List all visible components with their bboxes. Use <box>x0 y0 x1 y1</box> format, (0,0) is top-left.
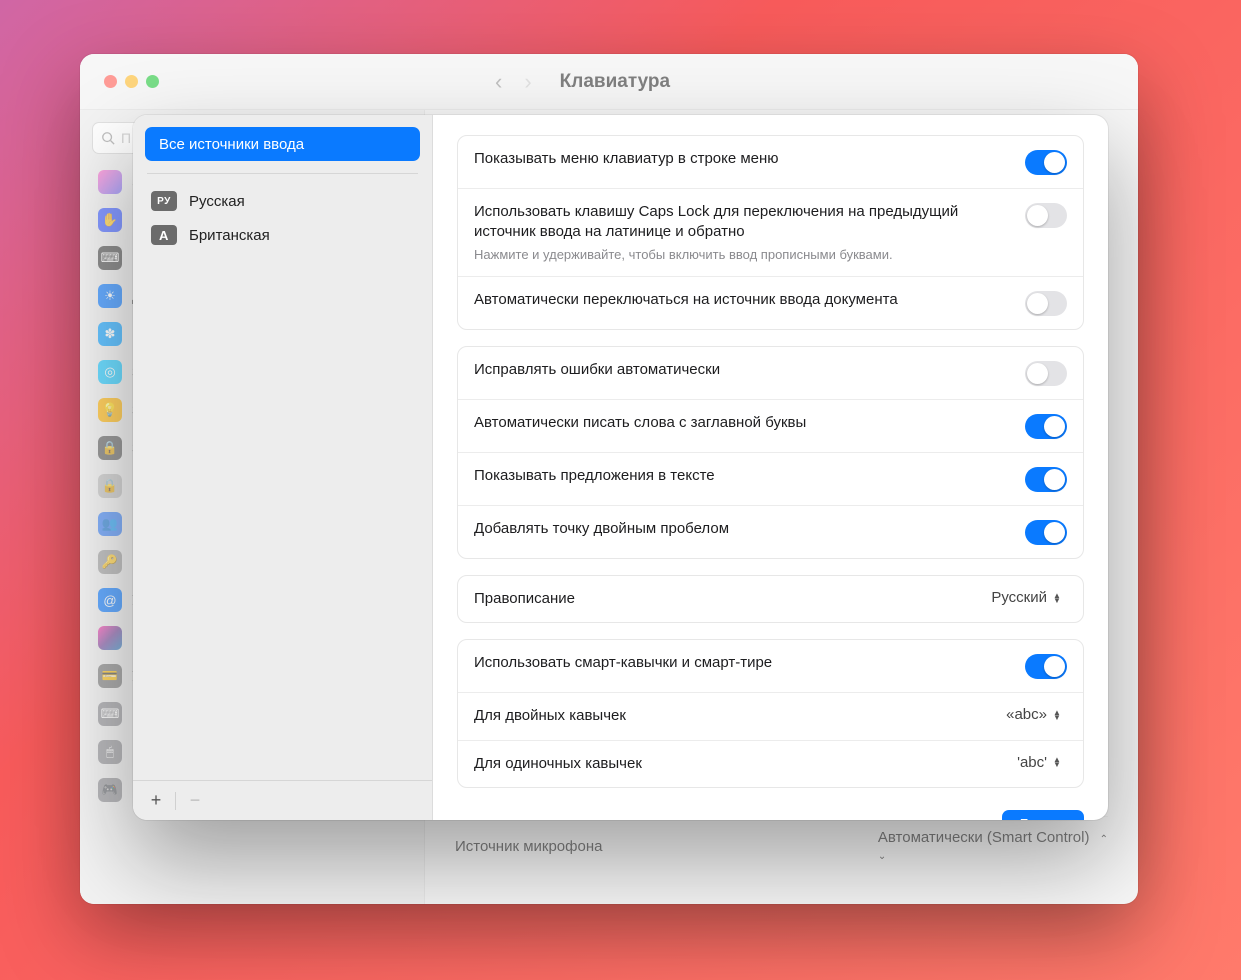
row-title: Правописание <box>474 589 975 609</box>
dropdown-select[interactable]: Русский ▲▼ <box>991 589 1067 606</box>
row-title: Исправлять ошибки автоматически <box>474 360 1009 380</box>
row-title: Для одиночных кавычек <box>474 754 1001 774</box>
settings-row: Использовать смарт-кавычки и смарт-тире <box>458 640 1083 692</box>
input-source-item[interactable]: РУ Русская <box>145 184 420 218</box>
input-source-label: Британская <box>189 227 270 244</box>
divider <box>147 173 418 174</box>
settings-group: Использовать смарт-кавычки и смарт-тире Д… <box>457 639 1084 788</box>
settings-row: Автоматически переключаться на источник … <box>458 276 1083 329</box>
toggle-switch[interactable] <box>1025 467 1067 492</box>
toggle-switch[interactable] <box>1025 291 1067 316</box>
row-title: Использовать клавишу Caps Lock для перек… <box>474 202 1009 243</box>
toggle-switch[interactable] <box>1025 654 1067 679</box>
toggle-switch[interactable] <box>1025 150 1067 175</box>
add-source-button[interactable]: + <box>143 788 169 814</box>
toggle-switch[interactable] <box>1025 203 1067 228</box>
chevron-updown-icon: ▲▼ <box>1053 757 1067 767</box>
input-source-badge: А <box>151 225 177 245</box>
row-title: Для двойных кавычек <box>474 706 990 726</box>
input-source-item[interactable]: А Британская <box>145 218 420 252</box>
settings-group: Исправлять ошибки автоматически Автоматич… <box>457 346 1084 559</box>
sheet-content: Показывать меню клавиатур в строке меню И… <box>433 115 1108 820</box>
settings-row: Показывать предложения в тексте <box>458 452 1083 505</box>
settings-row: Показывать меню клавиатур в строке меню <box>458 136 1083 188</box>
toggle-switch[interactable] <box>1025 414 1067 439</box>
settings-row: Использовать клавишу Caps Lock для перек… <box>458 188 1083 276</box>
input-source-label: Русская <box>189 193 245 210</box>
input-sources-sheet: Все источники ввода РУ Русская А Британская… <box>133 115 1108 820</box>
settings-row: Для двойных кавычек «abc» ▲▼ <box>458 692 1083 739</box>
settings-group: Правописание Русский ▲▼ <box>457 575 1084 623</box>
row-title: Показывать предложения в тексте <box>474 466 1009 486</box>
settings-group: Показывать меню клавиатур в строке меню И… <box>457 135 1084 330</box>
toggle-switch[interactable] <box>1025 361 1067 386</box>
row-title: Показывать меню клавиатур в строке меню <box>474 149 1009 169</box>
row-title: Добавлять точку двойным пробелом <box>474 519 1009 539</box>
done-button[interactable]: Готово <box>1002 810 1084 820</box>
row-subtitle: Нажмите и удерживайте, чтобы включить вв… <box>474 246 1009 264</box>
chevron-updown-icon: ▲▼ <box>1053 710 1067 720</box>
dropdown-select[interactable]: «abc» ▲▼ <box>1006 706 1067 723</box>
dropdown-value: «abc» <box>1006 706 1047 723</box>
row-title: Использовать смарт-кавычки и смарт-тире <box>474 653 1009 673</box>
row-title: Автоматически переключаться на источник … <box>474 290 1009 310</box>
chevron-updown-icon: ▲▼ <box>1053 593 1067 603</box>
settings-row: Исправлять ошибки автоматически <box>458 347 1083 399</box>
remove-source-button[interactable]: − <box>182 788 208 814</box>
settings-row: Автоматически писать слова с заглавной б… <box>458 399 1083 452</box>
dropdown-select[interactable]: 'abc' ▲▼ <box>1017 754 1067 771</box>
input-source-badge: РУ <box>151 191 177 211</box>
settings-row: Правописание Русский ▲▼ <box>458 576 1083 622</box>
row-title: Автоматически писать слова с заглавной б… <box>474 413 1009 433</box>
all-input-sources-button[interactable]: Все источники ввода <box>145 127 420 161</box>
sheet-sidebar: Все источники ввода РУ Русская А Британская… <box>133 115 433 820</box>
settings-row: Добавлять точку двойным пробелом <box>458 505 1083 558</box>
dropdown-value: Русский <box>991 589 1047 606</box>
settings-row: Для одиночных кавычек 'abc' ▲▼ <box>458 740 1083 787</box>
dropdown-value: 'abc' <box>1017 754 1047 771</box>
toggle-switch[interactable] <box>1025 520 1067 545</box>
